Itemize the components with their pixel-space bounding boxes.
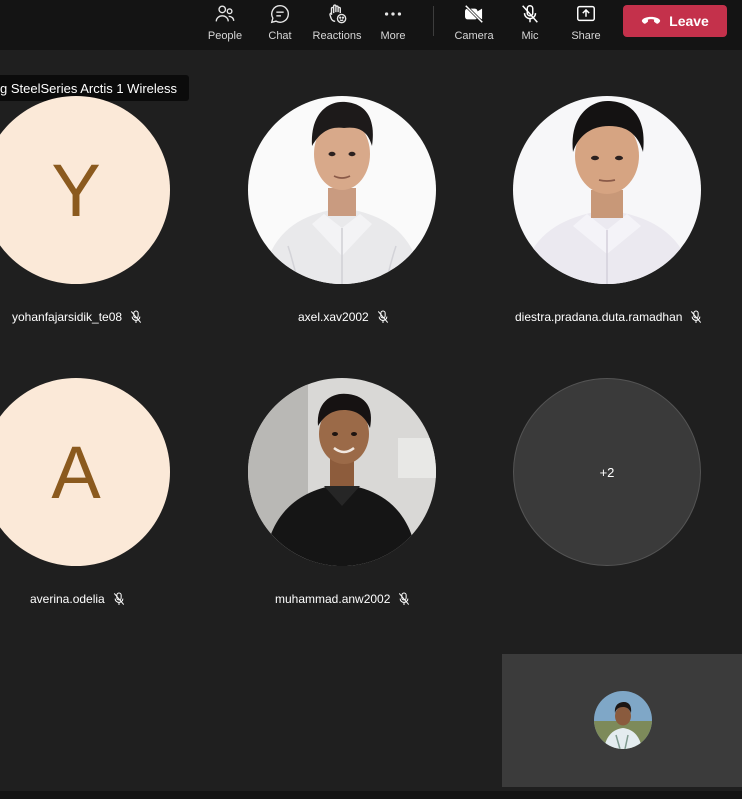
more-icon xyxy=(384,12,402,16)
mic-off-icon xyxy=(691,310,702,323)
phone-hangup-icon xyxy=(642,16,661,24)
participant-name-row: axel.xav2002 xyxy=(298,309,389,325)
participant-avatar-averina[interactable]: A xyxy=(0,378,170,566)
mic-off-icon xyxy=(113,592,124,605)
self-avatar xyxy=(594,691,652,749)
overflow-participants-button[interactable]: +2 xyxy=(513,378,701,566)
people-label: People xyxy=(207,30,243,42)
participant-name: axel.xav2002 xyxy=(298,310,369,324)
participant-avatar-yohanfajarsidik[interactable]: Y xyxy=(0,96,170,284)
overflow-count: +2 xyxy=(599,464,615,480)
participant-avatar-muhammad[interactable] xyxy=(248,378,436,566)
bottom-edge xyxy=(0,791,742,799)
participant-name: yohanfajarsidik_te08 xyxy=(12,310,123,324)
participant-photo xyxy=(248,96,436,284)
camera-button[interactable]: Camera xyxy=(442,0,506,48)
participant-name: averina.odelia xyxy=(30,592,105,606)
leave-label: Leave xyxy=(669,13,709,29)
chat-button[interactable]: Chat xyxy=(248,0,312,48)
participant-name-row: diestra.pradana.duta.ramadhan xyxy=(515,309,702,325)
chat-icon xyxy=(270,5,289,24)
chat-label: Chat xyxy=(268,30,292,42)
mic-button[interactable]: Mic xyxy=(498,0,562,48)
share-icon xyxy=(577,5,595,22)
participant-avatar-diestra[interactable] xyxy=(513,96,701,284)
participant-name-row: averina.odelia xyxy=(30,591,125,607)
participant-photo xyxy=(513,96,701,284)
mic-off-icon xyxy=(522,5,538,23)
reactions-button[interactable]: Reactions xyxy=(305,0,369,48)
mic-off-icon xyxy=(130,310,142,323)
participant-name: diestra.pradana.duta.ramadhan xyxy=(515,310,683,324)
camera-off-icon xyxy=(464,4,484,24)
participant-name: muhammad.anw2002 xyxy=(275,592,391,606)
self-view-tile[interactable] xyxy=(502,654,742,787)
camera-label: Camera xyxy=(454,30,494,42)
more-label: More xyxy=(380,30,406,42)
more-button[interactable]: More xyxy=(361,0,425,48)
toolbar-divider xyxy=(433,6,434,36)
people-icon xyxy=(215,5,235,22)
participant-name-row: yohanfajarsidik_te08 xyxy=(12,309,142,325)
leave-button[interactable]: Leave xyxy=(623,5,727,37)
reactions-label: Reactions xyxy=(312,30,362,42)
mic-off-icon xyxy=(399,592,410,605)
avatar-initial: A xyxy=(51,430,101,514)
meeting-toolbar: People Chat Reactions More Camera Mic Sh… xyxy=(0,0,742,50)
avatar-initial: Y xyxy=(51,148,101,232)
participant-photo xyxy=(248,378,436,566)
mic-off-icon xyxy=(377,310,388,323)
participant-avatar-axel[interactable] xyxy=(248,96,436,284)
reactions-icon xyxy=(329,4,347,24)
participant-name-row: muhammad.anw2002 xyxy=(275,591,410,607)
mic-label: Mic xyxy=(521,30,539,42)
share-button[interactable]: Share xyxy=(554,0,618,48)
share-label: Share xyxy=(571,30,601,42)
self-photo xyxy=(594,691,652,749)
